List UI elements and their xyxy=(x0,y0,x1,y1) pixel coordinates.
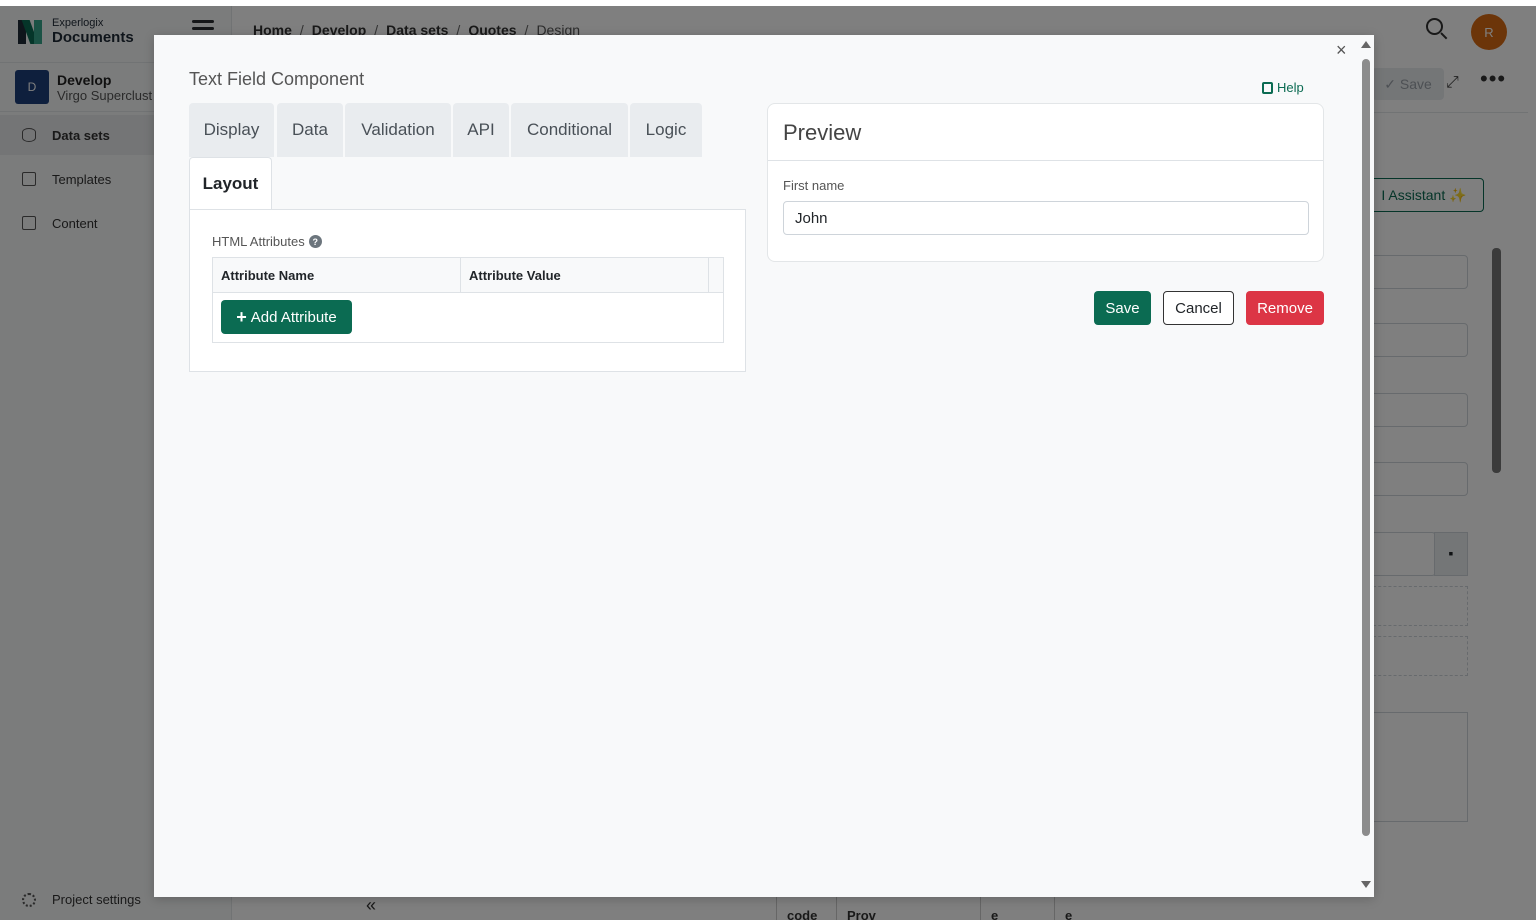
book-icon xyxy=(1262,81,1273,94)
tab-layout[interactable]: Layout xyxy=(189,157,272,210)
save-button[interactable]: Save xyxy=(1094,291,1151,325)
scroll-up-icon[interactable] xyxy=(1361,41,1371,48)
tab-data[interactable]: Data xyxy=(277,103,343,157)
first-name-input[interactable]: John xyxy=(783,201,1309,235)
tab-display[interactable]: Display xyxy=(189,103,274,157)
column-header-attribute-name: Attribute Name xyxy=(213,258,461,293)
add-attribute-button[interactable]: + Add Attribute xyxy=(221,300,352,334)
component-settings-modal: × Text Field Component Help Display Data… xyxy=(154,35,1374,897)
question-icon[interactable]: ? xyxy=(308,235,322,248)
tab-logic[interactable]: Logic xyxy=(630,103,702,157)
layout-tab-panel: HTML Attributes ? Attribute Name Attribu… xyxy=(189,210,746,372)
html-attributes-label: HTML Attributes ? xyxy=(212,234,322,249)
tab-api[interactable]: API xyxy=(453,103,509,157)
help-link[interactable]: Help xyxy=(1262,80,1304,95)
preview-title: Preview xyxy=(783,120,862,145)
tab-conditional[interactable]: Conditional xyxy=(511,103,628,157)
cancel-button[interactable]: Cancel xyxy=(1163,291,1234,325)
column-header-attribute-value: Attribute Value xyxy=(461,258,709,293)
remove-button[interactable]: Remove xyxy=(1246,291,1324,325)
scroll-down-icon[interactable] xyxy=(1361,881,1371,888)
preview-card: Preview First name John xyxy=(767,103,1324,262)
scrollbar-thumb[interactable] xyxy=(1362,59,1370,836)
close-icon[interactable]: × xyxy=(1336,40,1347,61)
modal-title: Text Field Component xyxy=(189,69,365,89)
first-name-label: First name xyxy=(783,178,845,193)
help-label: Help xyxy=(1277,80,1304,95)
table-header: Attribute Name Attribute Value xyxy=(213,258,723,293)
modal-scrollbar[interactable] xyxy=(1358,35,1374,897)
plus-icon: + xyxy=(236,306,247,327)
html-attributes-table: Attribute Name Attribute Value + Add Att… xyxy=(212,257,724,343)
tab-validation[interactable]: Validation xyxy=(345,103,451,157)
